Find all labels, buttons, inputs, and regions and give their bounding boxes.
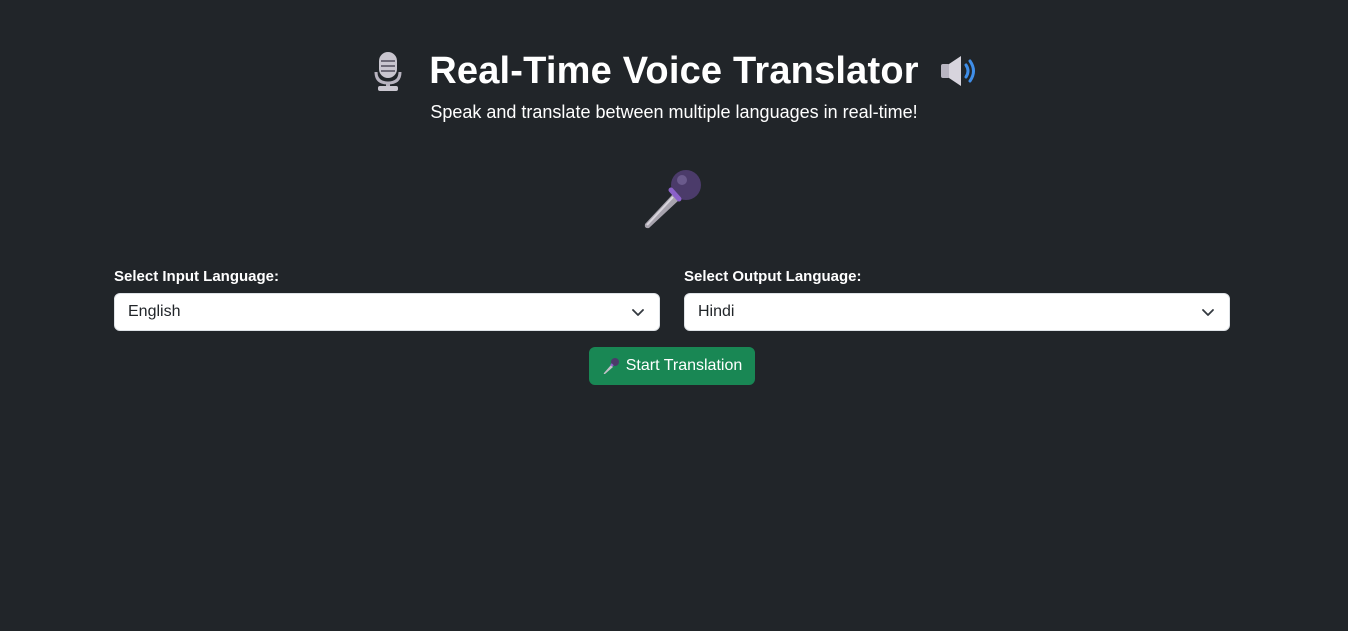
input-language-value: English	[128, 303, 181, 320]
input-language-field: Select Input Language: English	[114, 266, 660, 331]
chevron-down-icon	[631, 305, 645, 319]
output-language-field: Select Output Language: Hindi	[684, 266, 1230, 331]
start-translation-label: Start Translation	[625, 357, 743, 374]
input-language-select[interactable]: English	[114, 293, 660, 331]
output-language-value: Hindi	[698, 303, 735, 320]
output-language-label: Select Output Language:	[684, 268, 862, 285]
microphone-icon	[602, 357, 620, 375]
page-subtitle: Speak and translate between multiple lan…	[430, 102, 918, 122]
input-language-label: Select Input Language:	[114, 268, 280, 285]
speaker-high-volume-icon	[939, 49, 981, 93]
page: Real-Time Voice Translator Speak and tra…	[0, 0, 1348, 631]
studio-microphone-icon	[367, 49, 409, 93]
header: Real-Time Voice Translator	[0, 46, 1348, 96]
page-title: Real-Time Voice Translator	[429, 49, 919, 92]
output-language-select[interactable]: Hindi	[684, 293, 1230, 331]
chevron-down-icon	[1201, 305, 1215, 319]
start-translation-button[interactable]: Start Translation	[589, 347, 755, 385]
microphone-icon[interactable]	[639, 168, 703, 230]
